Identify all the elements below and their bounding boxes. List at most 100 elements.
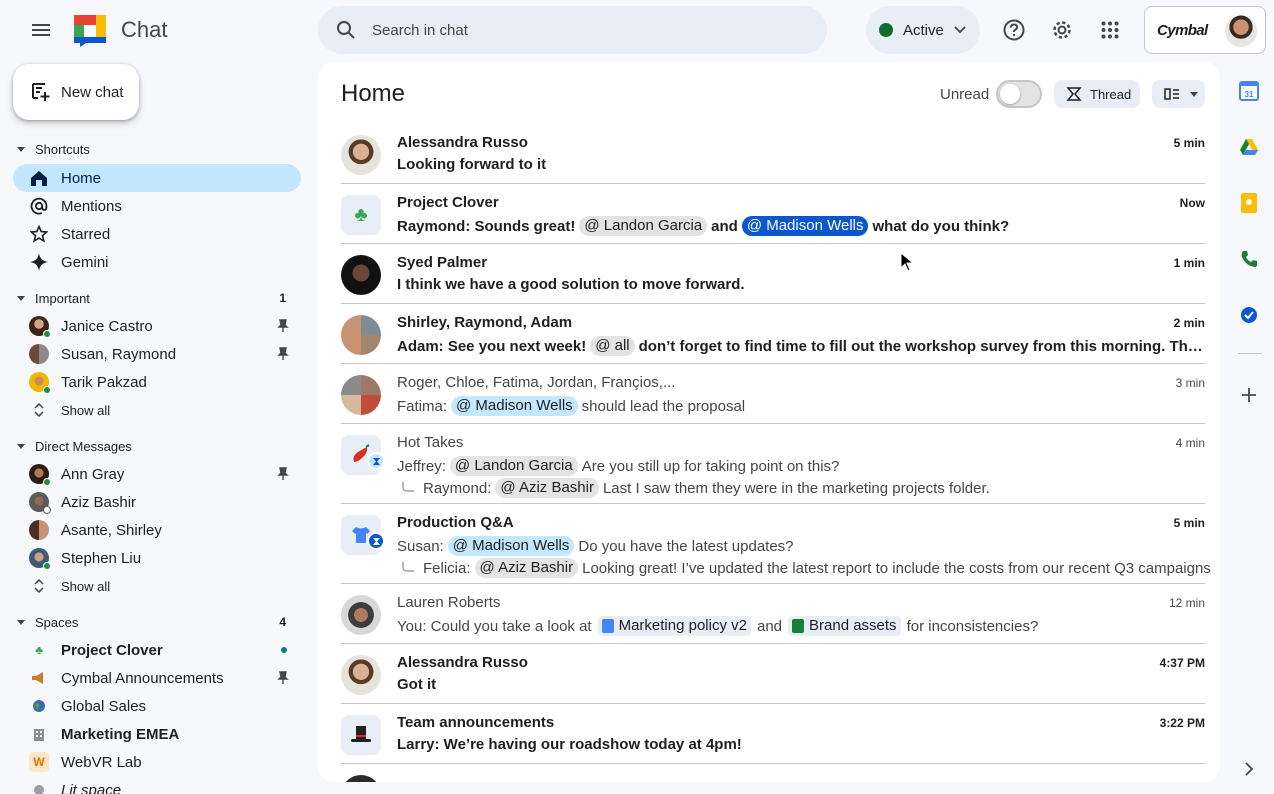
mention-chip[interactable]: @ Aziz Bashir [474,558,579,578]
expand-panel-button[interactable] [1238,758,1260,780]
webvr-letter-icon: W [29,752,49,772]
new-chat-icon [32,83,50,101]
conversation-row[interactable]: Team announcements 3:22 PM Larry: We’re … [341,704,1205,764]
sidebar-item-marketing-emea[interactable]: Marketing EMEA [13,720,301,748]
doc-attachment-chip[interactable]: Marketing policy v2 [597,616,751,636]
avatar [341,135,381,175]
drive-app-button[interactable] [1238,136,1260,158]
conversation-row[interactable]: Shirley, Raymond, Adam 2 min Adam: See y… [341,304,1205,364]
conversation-row[interactable]: ♣ Project Clover Now Raymond: Sounds gre… [341,184,1205,244]
mention-chip[interactable]: @ Landon Garcia [449,456,578,476]
mention-chip[interactable]: @ Madison Wells [447,536,575,556]
mention-chip[interactable]: @ Aziz Bashir [495,478,599,498]
sidebar-item-home[interactable]: Home [13,164,301,192]
conversation-row[interactable]: Hot Takes 4 min Jeffrey: @ Landon Garcia… [341,424,1205,504]
sidebar-item-susan-raymond[interactable]: Susan, Raymond [13,340,301,368]
sidebar-item-mentions[interactable]: Mentions [13,192,301,220]
conversation-row[interactable]: Roger, Chloe, Fatima, Jordan, Françios,.… [341,364,1205,424]
avatar [29,464,51,486]
thread-badge-icon [367,532,385,550]
pin-icon[interactable] [277,347,289,361]
important-section-header[interactable]: Important 1 [0,284,312,312]
sheet-attachment-chip[interactable]: Brand assets [788,616,901,636]
account-avatar[interactable] [1225,15,1257,47]
sidebar-item-project-clover[interactable]: ♣ Project Clover [13,636,301,664]
settings-button[interactable] [1042,10,1082,50]
conversation-row[interactable] [341,764,1205,782]
calendar-app-button[interactable]: 31 [1238,80,1260,102]
thread-filter-button[interactable]: Thread [1054,80,1140,108]
mention-chip[interactable]: @ all [590,336,635,356]
sidebar-item-asante-shirley[interactable]: Asante, Shirley [13,516,301,544]
conversation-preview: Susan: @ Madison Wells Do you have the l… [397,536,794,556]
sidebar-item-stephen-liu[interactable]: Stephen Liu [13,544,301,572]
sidebar-item-cymbal-announcements[interactable]: Cymbal Announcements [13,664,301,692]
mouse-cursor-icon [900,252,914,272]
unread-filter-label: Unread [940,86,990,103]
status-dropdown[interactable]: Active [866,6,980,54]
unread-count-badge: 1 [279,291,286,305]
conversation-preview: Larry: We’re having our roadshow today a… [397,736,742,753]
main-menu-button[interactable] [21,10,61,50]
conversation-row[interactable]: Lauren Roberts 12 min You: Could you tak… [341,584,1205,644]
side-apps-rail: 31 [1226,60,1274,794]
view-density-button[interactable] [1152,80,1205,108]
mention-chip[interactable]: @ Landon Garcia [579,216,708,236]
presence-online-icon [43,478,51,486]
sidebar-item-webvr-lab[interactable]: W WebVR Lab [13,748,301,776]
search-bar[interactable] [318,6,827,54]
avatar [341,655,381,695]
sidebar-item-ann-gray[interactable]: Ann Gray [13,460,301,488]
lit-space-icon [29,780,49,794]
sidebar-item-global-sales[interactable]: Global Sales [13,692,301,720]
search-icon[interactable] [334,18,358,42]
conversation-row[interactable]: Alessandra Russo 5 min Looking forward t… [341,124,1205,184]
conversation-time: 3 min [1175,376,1205,390]
conversation-row[interactable]: Alessandra Russo 4:37 PM Got it [341,644,1205,704]
hamburger-menu-icon [32,24,50,36]
spaces-section-header[interactable]: Spaces 4 [0,608,312,636]
show-all-direct-messages[interactable]: Show all [13,572,301,600]
add-app-button[interactable] [1238,384,1260,406]
voice-app-button[interactable] [1238,248,1260,270]
view-layout-icon [1164,88,1179,100]
sidebar-item-aziz-bashir[interactable]: Aziz Bashir [13,488,301,516]
conversation-name: Hot Takes [397,434,464,451]
pin-icon[interactable] [277,671,289,685]
direct-messages-section-header[interactable]: Direct Messages [0,432,312,460]
group-avatar [341,375,381,415]
clover-icon: ♣ [35,643,43,657]
sidebar: New chat Shortcuts Home Mentions Starred… [0,60,312,794]
home-panel: Home Unread Thread Alessandra Russo 5 mi… [318,62,1220,782]
conversation-row[interactable]: Syed Palmer 1 min I think we have a good… [341,244,1205,304]
tasks-icon [1241,307,1257,323]
mention-chip[interactable]: @ Madison Wells [451,396,578,416]
pin-icon[interactable] [277,319,289,333]
sidebar-item-starred[interactable]: Starred [13,220,301,248]
unread-toggle[interactable] [996,80,1042,108]
account-switcher[interactable]: Cymbal [1144,6,1266,54]
sidebar-item-janice-castro[interactable]: Janice Castro [13,312,301,340]
conversation-preview: Looking forward to it [397,156,547,173]
conversation-preview: Adam: See you next week! @ all don’t for… [397,336,1205,356]
apps-grid-icon [1101,21,1119,39]
sidebar-item-lit-space[interactable]: Lit space [13,776,301,794]
pin-icon[interactable] [277,467,289,481]
sidebar-item-gemini[interactable]: Gemini [13,248,301,276]
apps-button[interactable] [1090,10,1130,50]
search-input[interactable] [372,21,772,39]
collapse-triangle-icon [17,620,25,625]
conversation-time: 5 min [1173,136,1205,150]
keep-app-button[interactable] [1238,192,1260,214]
chevron-down-icon [1190,91,1198,97]
conversation-row[interactable]: Production Q&A 5 min Susan: @ Madison We… [341,504,1211,584]
mention-chip[interactable]: @ Madison Wells [741,216,869,236]
sidebar-item-label: Janice Castro [61,317,153,335]
shortcuts-section-header[interactable]: Shortcuts [0,135,312,163]
help-button[interactable] [994,10,1034,50]
new-chat-button[interactable]: New chat [13,64,139,120]
top-bar: Chat Active Cymbal [0,0,1274,60]
tasks-app-button[interactable] [1238,304,1260,326]
show-all-important[interactable]: Show all [13,396,301,424]
sidebar-item-tarik-pakzad[interactable]: Tarik Pakzad [13,368,301,396]
